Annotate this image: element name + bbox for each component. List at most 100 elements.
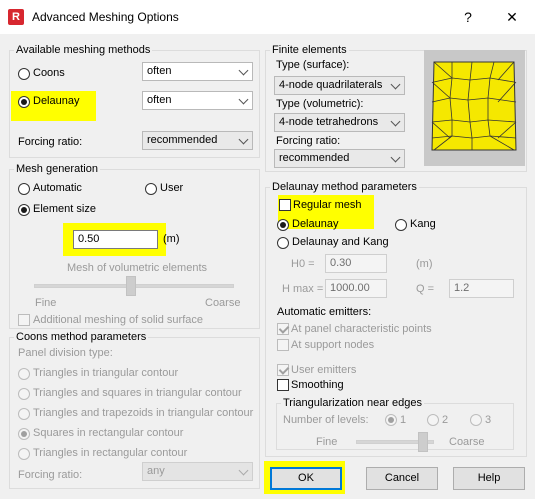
division-type-label: Panel division type: — [18, 347, 113, 359]
tri-slider-thumb[interactable] — [418, 432, 428, 452]
finite-elements-title: Finite elements — [270, 44, 349, 56]
level-1-label: 1 — [400, 414, 407, 426]
hmax-input[interactable]: 1000.00 — [325, 279, 387, 298]
dp-delaunay-label: Delaunay — [292, 218, 339, 230]
h0-label: H0 = — [291, 258, 315, 270]
surface-type-label: Type (surface): — [276, 59, 350, 71]
title-bar: R Advanced Meshing Options ? ✕ — [0, 0, 535, 34]
support-nodes-checkbox[interactable] — [277, 339, 289, 351]
fe-forcing-value: recommended — [279, 152, 350, 164]
user-label: User — [160, 182, 184, 194]
division-option-label: Triangles and squares in triangular cont… — [33, 387, 242, 399]
division-option-radio[interactable] — [18, 388, 30, 400]
close-icon[interactable]: ✕ — [500, 6, 524, 28]
h0-unit: (m) — [416, 258, 433, 270]
level-3-radio[interactable] — [470, 414, 482, 426]
level-2-radio[interactable] — [427, 414, 439, 426]
division-option-label: Triangles and trapezoids in triangular c… — [33, 407, 254, 419]
additional-meshing-checkbox[interactable] — [18, 314, 30, 326]
methods-forcing-label: Forcing ratio: — [18, 136, 83, 148]
element-size-unit: (m) — [163, 233, 180, 245]
coons-forcing-label: Forcing ratio: — [18, 469, 83, 481]
mesh-generation-title: Mesh generation — [14, 163, 100, 175]
coons-forcing-value: any — [147, 465, 165, 477]
dp-delaunay-kang-radio[interactable] — [277, 237, 289, 249]
coons-frequency-value: often — [147, 65, 172, 77]
division-option-label: Squares in rectangular contour — [33, 427, 184, 439]
delaunay-label: Delaunay — [33, 95, 80, 107]
triangularization-title: Triangularization near edges — [281, 397, 425, 409]
chevron-down-icon — [238, 465, 249, 476]
delaunay-frequency-select[interactable]: often — [142, 91, 253, 110]
coons-params-title: Coons method parameters — [14, 331, 149, 343]
division-option-radio[interactable] — [18, 408, 30, 420]
dp-kang-radio[interactable] — [395, 219, 407, 231]
division-option-radio[interactable] — [18, 448, 30, 460]
smoothing-checkbox[interactable] — [277, 379, 289, 391]
user-radio[interactable] — [145, 183, 157, 195]
auto-emitters-label: Automatic emitters: — [277, 306, 372, 318]
surface-type-select[interactable]: 4-node quadrilaterals — [274, 76, 405, 95]
chevron-down-icon — [238, 94, 249, 105]
coons-label: Coons — [33, 67, 65, 79]
automatic-radio[interactable] — [18, 183, 30, 195]
help-question-icon[interactable]: ? — [456, 6, 480, 28]
chevron-down-icon — [390, 116, 401, 127]
level-3-label: 3 — [485, 414, 492, 426]
element-size-input[interactable]: 0.50 — [73, 230, 158, 249]
tri-fine-label: Fine — [316, 436, 338, 448]
volumetric-coarse-label: Coarse — [205, 297, 241, 309]
delaunay-radio[interactable] — [18, 96, 30, 108]
support-nodes-label: At support nodes — [291, 339, 375, 351]
regular-mesh-checkbox[interactable] — [279, 199, 291, 211]
available-methods-title: Available meshing methods — [14, 44, 153, 56]
dp-delaunay-radio[interactable] — [277, 219, 289, 231]
automatic-label: Automatic — [33, 182, 82, 194]
hmax-label: H max = — [282, 283, 324, 295]
q-input[interactable]: 1.2 — [449, 279, 514, 298]
mesh-preview — [424, 50, 525, 166]
level-1-radio[interactable] — [385, 414, 397, 426]
h0-input[interactable]: 0.30 — [325, 254, 387, 273]
element-size-radio[interactable] — [18, 204, 30, 216]
surface-type-value: 4-node quadrilaterals — [279, 79, 383, 91]
chevron-down-icon — [390, 79, 401, 90]
volumetric-type-label: Type (volumetric): — [276, 98, 364, 110]
element-size-label: Element size — [33, 203, 96, 215]
division-option-label: Triangles in rectangular contour — [33, 447, 188, 459]
help-button[interactable]: Help — [453, 467, 525, 490]
volumetric-fine-label: Fine — [35, 297, 57, 309]
tri-coarse-label: Coarse — [449, 436, 485, 448]
user-emitters-checkbox[interactable] — [277, 364, 289, 376]
volumetric-slider-thumb[interactable] — [126, 276, 136, 296]
ok-button[interactable]: OK — [270, 467, 342, 490]
smoothing-label: Smoothing — [291, 379, 344, 391]
additional-meshing-label: Additional meshing of solid surface — [33, 314, 203, 326]
level-2-label: 2 — [442, 414, 449, 426]
mesh-preview-icon — [431, 61, 517, 151]
coons-frequency-select[interactable]: often — [142, 62, 253, 81]
q-label: Q = — [416, 283, 435, 295]
fe-forcing-select[interactable]: recommended — [274, 149, 405, 168]
methods-forcing-value: recommended — [147, 134, 218, 146]
chevron-down-icon — [390, 152, 401, 163]
volumetric-slider-label: Mesh of volumetric elements — [67, 262, 207, 274]
division-option-radio[interactable] — [18, 428, 30, 440]
chevron-down-icon — [238, 134, 249, 145]
volumetric-type-value: 4-node tetrahedrons — [279, 116, 379, 128]
division-option-radio[interactable] — [18, 368, 30, 380]
chevron-down-icon — [238, 65, 249, 76]
panel-points-checkbox[interactable] — [277, 323, 289, 335]
delaunay-params-title: Delaunay method parameters — [270, 181, 419, 193]
delaunay-frequency-value: often — [147, 94, 172, 106]
division-option-label: Triangles in triangular contour — [33, 367, 179, 379]
coons-radio[interactable] — [18, 68, 30, 80]
coons-forcing-select[interactable]: any — [142, 462, 253, 481]
panel-points-label: At panel characteristic points — [291, 323, 432, 335]
app-logo-icon: R — [8, 9, 24, 25]
regular-mesh-label: Regular mesh — [293, 199, 362, 211]
cancel-button[interactable]: Cancel — [366, 467, 438, 490]
user-emitters-label: User emitters — [291, 364, 357, 376]
methods-forcing-select[interactable]: recommended — [142, 131, 253, 150]
volumetric-type-select[interactable]: 4-node tetrahedrons — [274, 113, 405, 132]
